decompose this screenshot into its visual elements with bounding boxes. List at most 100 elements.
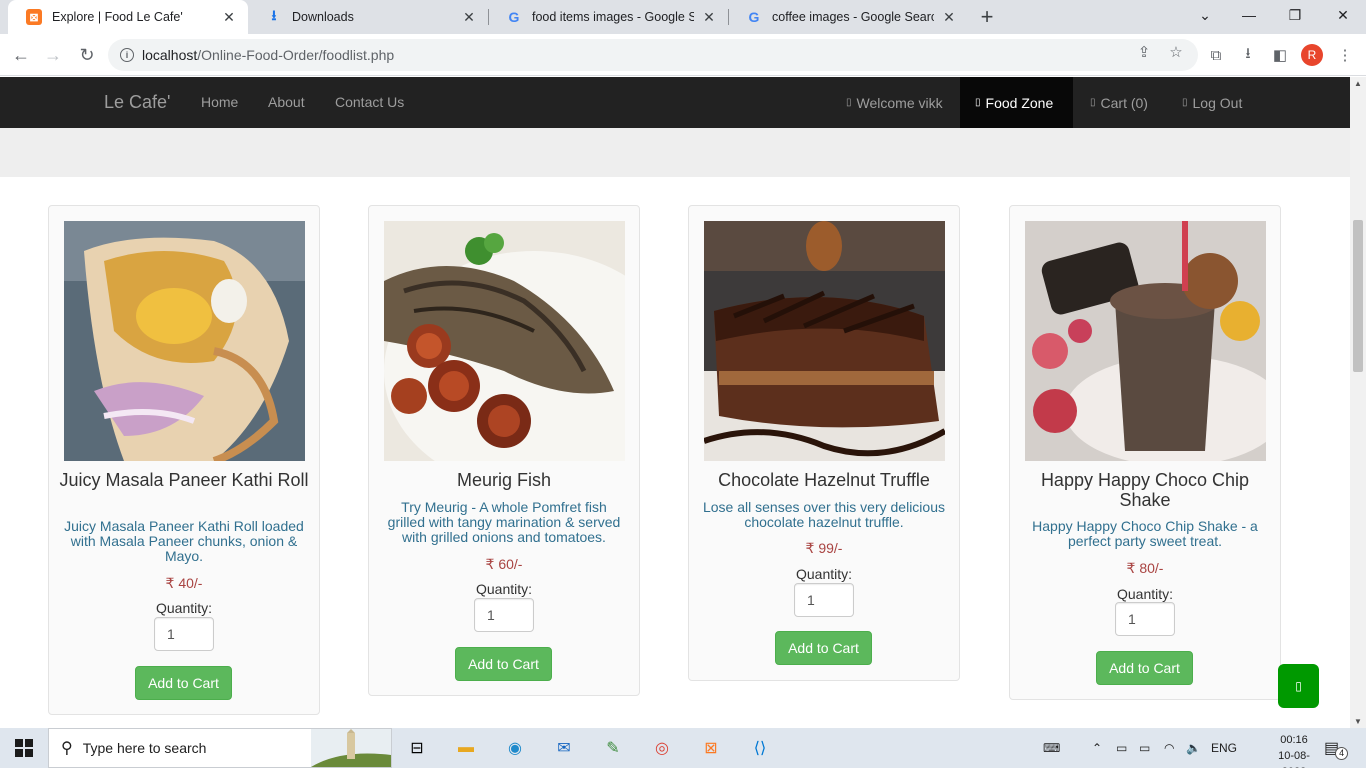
notepad-plus-icon[interactable]: ✎	[599, 734, 627, 762]
url-path: /Online-Food-Order/foodlist.php	[197, 47, 395, 63]
product-price: ₹ 99/-	[805, 540, 843, 556]
edge-browser-icon[interactable]: ◉	[501, 734, 529, 762]
chat-icon: ▯	[1295, 679, 1302, 693]
product-price: ₹ 80/-	[1126, 560, 1164, 576]
taskbar-search-box[interactable]: ⚲ Type here to search	[48, 728, 392, 768]
close-window-icon[interactable]: ✕	[1320, 0, 1366, 30]
quantity-input[interactable]	[794, 583, 854, 617]
clock-time: 00:16	[1280, 734, 1308, 746]
quantity-input[interactable]	[1115, 602, 1175, 636]
site-navbar: Le Cafe' Home About Contact Us ▯ Welcome…	[0, 77, 1350, 128]
add-to-cart-button[interactable]: Add to Cart	[1096, 651, 1193, 685]
chrome-icon[interactable]: ◎	[648, 734, 676, 762]
product-image-chocolate-truffle	[704, 221, 945, 461]
bookmark-star-icon[interactable]: ☆	[1166, 42, 1186, 62]
nav-logout[interactable]: ▯ Log Out	[1167, 77, 1257, 128]
tab-search-chevron-icon[interactable]: ⌄	[1182, 0, 1228, 30]
side-panel-icon[interactable]: ◧	[1269, 44, 1291, 66]
taskbar-clock[interactable]: 00:16 10-08-2023	[1266, 732, 1322, 768]
url-host: localhost	[142, 47, 198, 63]
task-view-icon[interactable]: ⊟	[403, 734, 431, 762]
reload-icon[interactable]: ↻	[74, 42, 100, 68]
address-bar[interactable]: i localhost/Online-Food-Order/foodlist.p…	[108, 39, 1198, 71]
xampp-icon[interactable]: ⊠	[697, 734, 725, 762]
product-card: Happy Happy Choco Chip Shake Happy Happy…	[1009, 205, 1281, 700]
forward-arrow-icon[interactable]: →	[40, 42, 66, 68]
taskbar-search-placeholder: Type here to search	[82, 740, 207, 756]
device-icon[interactable]: ▭	[1116, 728, 1127, 768]
tab-title: Explore | Food Le Cafe'	[52, 10, 183, 24]
quantity-input[interactable]	[154, 617, 214, 651]
menu-kebab-icon[interactable]: ⋮	[1334, 44, 1356, 66]
close-tab-icon[interactable]: ✕	[220, 8, 238, 26]
product-card: Meurig Fish Try Meurig - A whole Pomfret…	[368, 205, 640, 696]
vscode-icon[interactable]: ⟨⟩	[746, 734, 774, 762]
quantity-input[interactable]	[474, 598, 534, 632]
scroll-down-arrow-icon[interactable]: ▼	[1354, 717, 1362, 726]
downloads-icon[interactable]: ⭳	[1237, 44, 1259, 66]
add-to-cart-button[interactable]: Add to Cart	[775, 631, 872, 665]
minimize-icon[interactable]: —	[1226, 0, 1272, 30]
page-scrollbar[interactable]: ▲ ▼	[1350, 77, 1366, 728]
close-tab-icon[interactable]: ✕	[940, 8, 958, 26]
browser-toolbar: ← → ↻ i localhost/Online-Food-Order/food…	[0, 34, 1366, 76]
add-to-cart-button[interactable]: Add to Cart	[135, 666, 232, 700]
nav-contact-us[interactable]: Contact Us	[335, 94, 404, 110]
volume-icon[interactable]: 🔈	[1186, 728, 1201, 768]
cart-label: Cart (0)	[1100, 94, 1148, 111]
show-hidden-icons-chevron[interactable]: ⌃	[1092, 728, 1102, 768]
tab-food-items-images[interactable]: G food items images - Google Sear ✕	[488, 0, 728, 34]
scrollbar-thumb[interactable]	[1353, 220, 1363, 372]
profile-avatar[interactable]: R	[1301, 44, 1323, 66]
food-icon: ▯	[975, 97, 981, 108]
file-explorer-icon[interactable]: ▬	[452, 734, 480, 762]
nav-home[interactable]: Home	[201, 94, 238, 110]
back-arrow-icon[interactable]: ←	[8, 42, 34, 68]
language-indicator[interactable]: ENG	[1211, 728, 1237, 768]
product-name: Meurig Fish	[456, 470, 552, 490]
product-price: ₹ 60/-	[485, 556, 523, 572]
product-card: Juicy Masala Paneer Kathi Roll Juicy Mas…	[48, 205, 320, 715]
search-highlight-illustration	[311, 729, 391, 767]
tab-downloads[interactable]: ⭳ Downloads ✕	[248, 0, 488, 34]
logout-icon: ▯	[1182, 97, 1188, 108]
nav-cart[interactable]: ▯ Cart (0)	[1075, 77, 1163, 128]
add-to-cart-button[interactable]: Add to Cart	[455, 647, 552, 681]
nav-about[interactable]: About	[268, 94, 305, 110]
search-icon: ⚲	[61, 740, 73, 757]
windows-start-icon[interactable]	[0, 728, 48, 768]
product-description: Lose all senses over this very delicious…	[702, 499, 945, 530]
tab-coffee-images[interactable]: G coffee images - Google Search ✕	[728, 0, 968, 34]
quantity-label: Quantity:	[795, 566, 853, 582]
nav-food-zone[interactable]: ▯ Food Zone	[960, 77, 1073, 128]
cart-icon: ▯	[1090, 97, 1096, 108]
tab-title: food items images - Google Sear	[532, 10, 694, 24]
browser-tab-strip: ⊠ Explore | Food Le Cafe' ✕ ⭳ Downloads …	[0, 0, 1366, 34]
quantity-label: Quantity:	[475, 581, 533, 597]
xampp-icon: ⊠	[26, 9, 42, 25]
notification-center-icon[interactable]: ▤ 4	[1324, 728, 1349, 768]
restore-icon[interactable]: ❐	[1272, 0, 1318, 30]
product-name: Happy Happy Choco Chip Shake	[1040, 470, 1250, 510]
food-zone-label: Food Zone	[985, 94, 1054, 111]
tab-title: Downloads	[292, 10, 354, 24]
battery-icon[interactable]: ▭	[1139, 728, 1150, 768]
page-viewport: Le Cafe' Home About Contact Us ▯ Welcome…	[0, 77, 1366, 728]
page-banner	[0, 128, 1350, 177]
scroll-up-arrow-icon[interactable]: ▲	[1354, 79, 1362, 88]
touch-keyboard-icon[interactable]: ⌨	[1043, 728, 1060, 768]
tab-explore-food-le-cafe[interactable]: ⊠ Explore | Food Le Cafe' ✕	[8, 0, 248, 34]
site-info-icon[interactable]: i	[120, 48, 134, 62]
product-description: Juicy Masala Paneer Kathi Roll loaded wi…	[64, 518, 304, 564]
product-price: ₹ 40/-	[165, 575, 203, 591]
site-brand[interactable]: Le Cafe'	[104, 92, 170, 113]
close-tab-icon[interactable]: ✕	[700, 8, 718, 26]
share-icon[interactable]: ⇪	[1134, 42, 1154, 62]
close-tab-icon[interactable]: ✕	[460, 8, 478, 26]
extensions-puzzle-icon[interactable]: ⧉	[1205, 44, 1227, 66]
chat-button[interactable]: ▯	[1278, 664, 1319, 708]
wifi-icon[interactable]: ◠	[1164, 728, 1174, 768]
mail-icon[interactable]: ✉	[550, 734, 578, 762]
new-tab-icon[interactable]: +	[974, 4, 1000, 29]
nav-welcome[interactable]: ▯ Welcome vikk	[831, 77, 958, 128]
